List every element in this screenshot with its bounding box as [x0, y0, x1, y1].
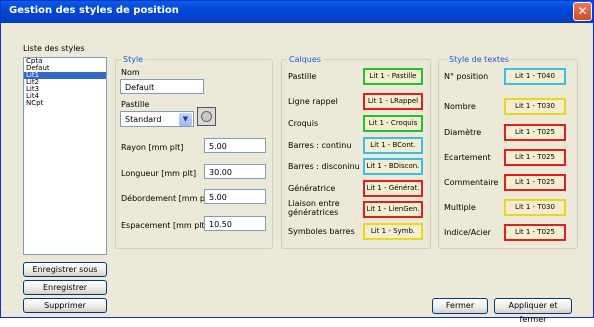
- calque-label-barres-continu: Barres : continu: [288, 141, 352, 150]
- close-button[interactable]: Fermer: [432, 298, 488, 314]
- texte-button-nombre[interactable]: Lit 1 - T030: [504, 98, 566, 115]
- style-header: Style: [121, 55, 146, 64]
- chevron-down-icon[interactable]: ▼: [179, 113, 192, 126]
- apply-close-button[interactable]: Appliquer et fermer: [494, 298, 572, 324]
- pastille-select[interactable]: Standard ▼: [120, 111, 194, 127]
- title-bar[interactable]: Gestion des styles de position ✕: [1, 1, 593, 23]
- dialog-window: Gestion des styles de position ✕ Liste d…: [0, 0, 594, 324]
- calque-label-pastille: Pastille: [288, 72, 317, 81]
- delete-button[interactable]: Supprimer: [23, 298, 107, 313]
- texte-button-multiple[interactable]: Lit 1 - T030: [504, 199, 566, 216]
- list-item[interactable]: NCpt: [24, 100, 106, 107]
- debordement-label: Débordement [mm plt]: [121, 194, 214, 203]
- texte-label-nombre: Nombre: [444, 102, 476, 111]
- espacement-field[interactable]: 10.50: [204, 216, 266, 231]
- calque-button-barres-discontinu[interactable]: Lit 1 - BDiscon.: [363, 158, 423, 175]
- texte-label-multiple: Multiple: [444, 203, 476, 212]
- nom-label: Nom: [121, 68, 140, 77]
- calque-button-liaison[interactable]: Lit 1 - LienGen.: [363, 201, 423, 218]
- longueur-label: Longueur [mm plt]: [121, 169, 197, 178]
- pastille-select-value: Standard: [125, 115, 162, 124]
- texte-button-ecartement[interactable]: Lit 1 - T025: [504, 149, 566, 166]
- calque-label-liaison-line1: Liaison entre: [288, 199, 340, 208]
- texte-label-indice: Indice/Acier: [444, 228, 491, 237]
- texte-button-position[interactable]: Lit 1 - T040: [504, 68, 566, 85]
- calque-button-pastille[interactable]: Lit 1 - Pastille: [363, 68, 423, 85]
- pastille-preview-button[interactable]: [197, 107, 216, 126]
- calque-button-barres-continu[interactable]: Lit 1 - BCont.: [363, 137, 423, 154]
- calque-label-liaison-line2: génératrices: [288, 208, 339, 217]
- calques-header: Calques: [287, 55, 323, 64]
- calque-label-barres-discontinu: Barres : disconinu: [288, 162, 360, 171]
- texte-button-commentaire[interactable]: Lit 1 - T025: [504, 174, 566, 191]
- calques-group: [281, 59, 431, 249]
- calque-label-ligne-rappel: Ligne rappel: [288, 97, 338, 106]
- texte-button-diametre[interactable]: Lit 1 - T025: [504, 124, 566, 141]
- calque-button-croquis[interactable]: Lit 1 - Croquis: [363, 115, 423, 132]
- styles-list[interactable]: Cpta Defaut Lit1 Lit2 Lit3 Lit4 NCpt: [23, 57, 107, 255]
- calque-button-symboles[interactable]: Lit 1 - Symb.: [363, 223, 423, 240]
- calque-label-symboles: Symboles barres: [288, 227, 355, 236]
- calque-label-croquis: Croquis: [288, 119, 319, 128]
- calque-label-generatrice: Génératrice: [288, 184, 336, 193]
- espacement-label: Espacement [mm plt]: [121, 221, 208, 230]
- close-icon[interactable]: ✕: [573, 2, 592, 21]
- debordement-field[interactable]: 5.00: [204, 189, 266, 204]
- texte-button-indice[interactable]: Lit 1 - T025: [504, 224, 566, 241]
- window-title: Gestion des styles de position: [9, 5, 179, 16]
- save-as-button[interactable]: Enregistrer sous: [23, 262, 107, 277]
- pastille-label: Pastille: [121, 100, 150, 109]
- texte-label-position: N° position: [444, 72, 489, 81]
- nom-field[interactable]: Default: [120, 79, 204, 94]
- circle-icon: [201, 111, 212, 122]
- rayon-label: Rayon [mm plt]: [121, 143, 184, 152]
- texte-label-diametre: Diamètre: [444, 128, 482, 137]
- longueur-field[interactable]: 30.00: [204, 164, 266, 179]
- rayon-field[interactable]: 5.00: [204, 138, 266, 153]
- calque-button-ligne-rappel[interactable]: Lit 1 - LRappel: [363, 93, 423, 110]
- styles-list-label: Liste des styles: [23, 44, 85, 53]
- calque-label-liaison: Liaison entre génératrices: [288, 199, 340, 217]
- save-button[interactable]: Enregistrer: [23, 280, 107, 295]
- textes-header: Style de textes: [447, 55, 512, 64]
- texte-label-ecartement: Ecartement: [444, 153, 491, 162]
- texte-label-commentaire: Commentaire: [444, 178, 499, 187]
- calque-button-generatrice[interactable]: Lit 1 - Générat.: [363, 180, 423, 197]
